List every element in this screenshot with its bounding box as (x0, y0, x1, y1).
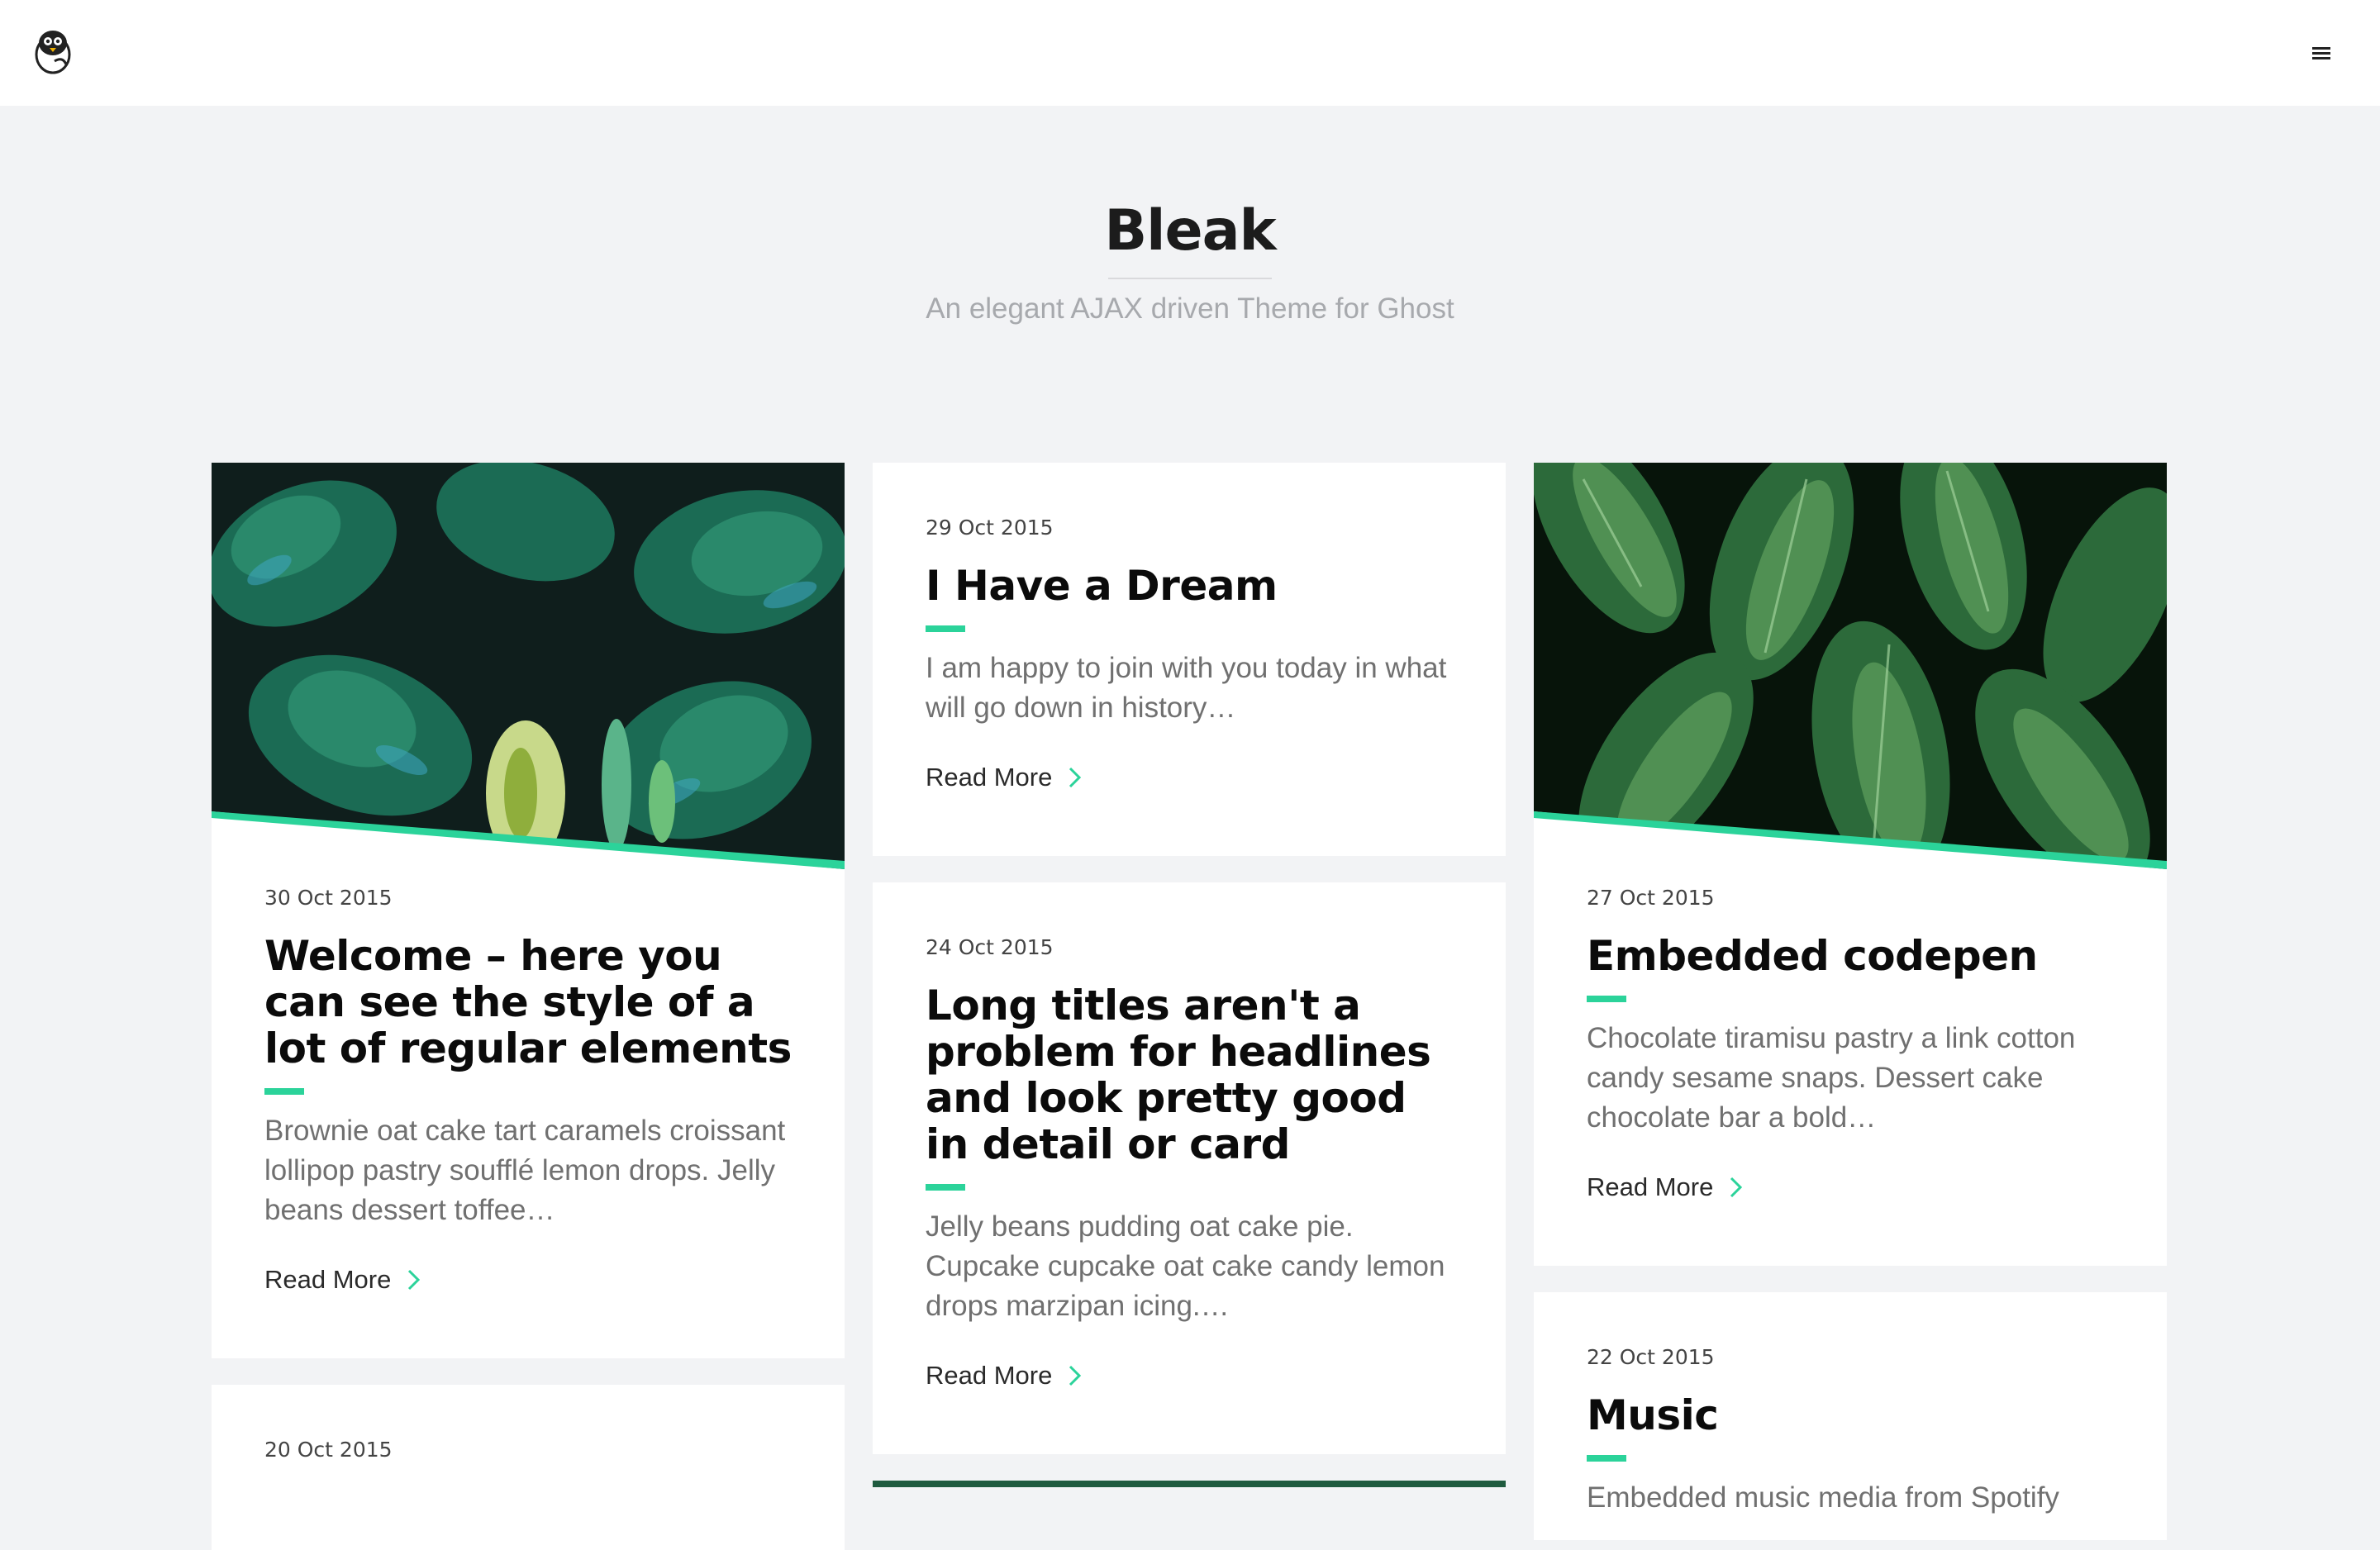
post-excerpt: Brownie oat cake tart caramels croissant… (264, 1115, 786, 1226)
post-date: 27 Oct 2015 (1587, 886, 1715, 910)
post-card-body: 22 Oct 2015 Music Embedded music media f… (1587, 1345, 2117, 1518)
post-card[interactable]: 30 Oct 2015 Welcome – here you can see t… (212, 463, 845, 1358)
post-image-monstera[interactable] (212, 463, 845, 869)
read-more-label: Read More (926, 763, 1053, 792)
title-accent-bar (1587, 1455, 1626, 1462)
chevron-right-icon (1069, 767, 1082, 788)
title-accent-bar (1587, 996, 1626, 1002)
post-card[interactable] (873, 1481, 1506, 1487)
read-more-link[interactable]: Read More (264, 1265, 424, 1295)
top-bar (0, 0, 2380, 106)
hamburger-menu-icon[interactable] (2307, 38, 2337, 68)
post-excerpt: I am happy to join with you today in wha… (926, 652, 1447, 724)
read-more-label: Read More (264, 1265, 392, 1294)
read-more-link[interactable]: Read More (1587, 1172, 1746, 1202)
chevron-right-icon (408, 1269, 421, 1291)
chevron-right-icon (1069, 1365, 1082, 1386)
title-accent-bar (926, 625, 965, 632)
post-title[interactable]: Long titles aren't a problem for headlin… (926, 982, 1456, 1167)
post-card-body: 20 Oct 2015 (264, 1438, 795, 1462)
post-image-leaves[interactable] (1534, 463, 2167, 869)
post-title[interactable]: Music (1587, 1392, 2117, 1438)
title-accent-bar (264, 1088, 304, 1095)
post-excerpt: Chocolate tiramisu pastry a link cotton … (1587, 1022, 2076, 1134)
site-description: An elegant AJAX driven Theme for Ghost (926, 292, 1454, 325)
post-card-body: 27 Oct 2015 Embedded codepen Chocolate t… (1587, 886, 2117, 1202)
read-more-label: Read More (1587, 1172, 1714, 1201)
read-more-link[interactable]: Read More (926, 1361, 1085, 1391)
penguin-logo-icon[interactable] (30, 25, 76, 76)
post-card[interactable]: 20 Oct 2015 (212, 1385, 845, 1550)
post-excerpt: Embedded music media from Spotify (1587, 1481, 2059, 1514)
post-title[interactable]: Embedded codepen (1587, 933, 2117, 979)
post-card-body: 30 Oct 2015 Welcome – here you can see t… (264, 886, 795, 1295)
chevron-right-icon (1730, 1177, 1743, 1198)
read-more-label: Read More (926, 1361, 1053, 1390)
title-accent-bar (926, 1184, 965, 1191)
read-more-link[interactable]: Read More (926, 763, 1085, 792)
post-date: 29 Oct 2015 (926, 516, 1054, 540)
post-date: 24 Oct 2015 (926, 935, 1054, 959)
site-title[interactable]: Bleak (0, 198, 2380, 264)
post-date: 20 Oct 2015 (264, 1438, 393, 1462)
post-excerpt: Jelly beans pudding oat cake pie. Cupcak… (926, 1210, 1445, 1322)
site-header: Bleak An elegant AJAX driven Theme for G… (0, 106, 2380, 354)
post-date: 22 Oct 2015 (1587, 1345, 1715, 1369)
title-divider (1108, 278, 1272, 279)
post-image-strip (873, 1481, 1506, 1487)
post-title[interactable]: Welcome – here you can see the style of … (264, 933, 795, 1072)
post-card[interactable]: 22 Oct 2015 Music Embedded music media f… (1534, 1292, 2167, 1540)
post-date: 30 Oct 2015 (264, 886, 393, 910)
post-card[interactable]: 29 Oct 2015 I Have a Dream I am happy to… (873, 463, 1506, 856)
post-card[interactable]: 24 Oct 2015 Long titles aren't a problem… (873, 882, 1506, 1454)
post-card-body: 29 Oct 2015 I Have a Dream I am happy to… (926, 516, 1456, 792)
post-title[interactable]: I Have a Dream (926, 563, 1456, 609)
post-card[interactable]: 27 Oct 2015 Embedded codepen Chocolate t… (1534, 463, 2167, 1266)
post-card-body: 24 Oct 2015 Long titles aren't a problem… (926, 935, 1456, 1391)
